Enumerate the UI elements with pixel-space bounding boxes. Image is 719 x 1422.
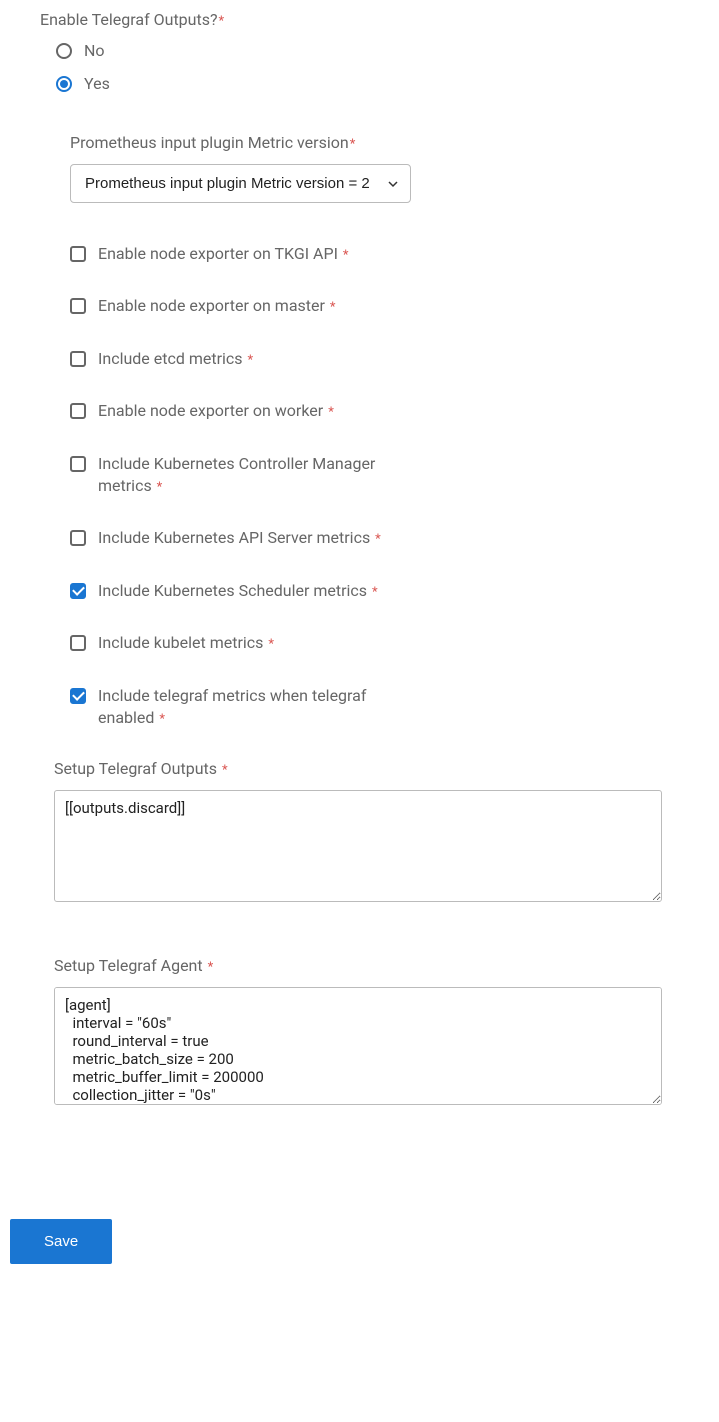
checkbox-row-etcd: Include etcd metrics *	[70, 348, 400, 370]
checkbox-controller-manager[interactable]	[70, 456, 86, 472]
required-asterisk: *	[219, 14, 225, 29]
required-asterisk: *	[375, 532, 381, 547]
required-asterisk: *	[328, 405, 334, 420]
checkbox-label-controller-manager[interactable]: Include Kubernetes Controller Manager me…	[98, 453, 400, 498]
required-asterisk: *	[159, 712, 165, 727]
checkbox-label-etcd[interactable]: Include etcd metrics *	[98, 348, 253, 370]
required-asterisk: *	[343, 248, 349, 263]
radio-yes[interactable]	[56, 76, 72, 92]
checkbox-row-api-server: Include Kubernetes API Server metrics *	[70, 527, 400, 549]
checkbox-row-kubelet: Include kubelet metrics *	[70, 632, 400, 654]
checkbox-label-node-master[interactable]: Enable node exporter on master *	[98, 295, 336, 317]
checkbox-node-exporter-master[interactable]	[70, 298, 86, 314]
checkbox-text: Include kubelet metrics	[98, 633, 263, 652]
nested-config-section: Prometheus input plugin Metric version* …	[70, 133, 679, 729]
checkbox-label-telegraf-metrics[interactable]: Include telegraf metrics when telegraf e…	[98, 685, 400, 730]
radio-yes-row: Yes	[56, 74, 679, 93]
outputs-label-text: Setup Telegraf Outputs	[54, 759, 217, 778]
checkbox-label-node-api[interactable]: Enable node exporter on TKGI API *	[98, 243, 349, 265]
agent-section: Setup Telegraf Agent *	[54, 956, 679, 1109]
required-asterisk: *	[268, 637, 274, 652]
checkbox-text: Include telegraf metrics when telegraf e…	[98, 686, 366, 727]
agent-label-text: Setup Telegraf Agent	[54, 956, 203, 975]
checkbox-api-server[interactable]	[70, 530, 86, 546]
checkbox-node-exporter-worker[interactable]	[70, 403, 86, 419]
metric-version-select[interactable]: Prometheus input plugin Metric version =…	[70, 164, 411, 203]
metric-version-text: Prometheus input plugin Metric version	[70, 133, 349, 152]
checkbox-row-scheduler: Include Kubernetes Scheduler metrics *	[70, 580, 400, 602]
enable-telegraf-group: Enable Telegraf Outputs?* No Yes	[40, 10, 679, 93]
outputs-label: Setup Telegraf Outputs *	[54, 759, 679, 778]
checkbox-text: Enable node exporter on worker	[98, 401, 323, 420]
checkbox-label-scheduler[interactable]: Include Kubernetes Scheduler metrics *	[98, 580, 378, 602]
enable-telegraf-label: Enable Telegraf Outputs?*	[40, 10, 679, 29]
checkbox-row-node-worker: Enable node exporter on worker *	[70, 400, 400, 422]
checkbox-label-node-worker[interactable]: Enable node exporter on worker *	[98, 400, 334, 422]
outputs-textarea[interactable]	[54, 790, 662, 902]
metric-version-label: Prometheus input plugin Metric version*	[70, 133, 679, 152]
required-asterisk: *	[372, 585, 378, 600]
metric-version-select-wrap: Prometheus input plugin Metric version =…	[70, 164, 411, 203]
checkbox-text: Enable node exporter on master	[98, 296, 325, 315]
checkbox-label-kubelet[interactable]: Include kubelet metrics *	[98, 632, 274, 654]
checkbox-scheduler[interactable]	[70, 583, 86, 599]
radio-no-row: No	[56, 41, 679, 60]
radio-no[interactable]	[56, 43, 72, 59]
checkbox-text: Enable node exporter on TKGI API	[98, 244, 338, 263]
required-asterisk: *	[157, 480, 163, 495]
checkbox-telegraf-metrics[interactable]	[70, 688, 86, 704]
save-button[interactable]: Save	[10, 1219, 112, 1264]
checkbox-label-api-server[interactable]: Include Kubernetes API Server metrics *	[98, 527, 381, 549]
required-asterisk: *	[350, 137, 356, 152]
required-asterisk: *	[222, 763, 228, 778]
checkbox-row-node-master: Enable node exporter on master *	[70, 295, 400, 317]
checkbox-row-telegraf-metrics: Include telegraf metrics when telegraf e…	[70, 685, 400, 730]
required-asterisk: *	[330, 300, 336, 315]
enable-telegraf-text: Enable Telegraf Outputs?	[40, 10, 218, 29]
checkbox-text: Include Kubernetes Scheduler metrics	[98, 581, 367, 600]
checkbox-text: Include etcd metrics	[98, 349, 243, 368]
checkbox-text: Include Kubernetes API Server metrics	[98, 528, 370, 547]
agent-textarea[interactable]	[54, 987, 662, 1105]
checkbox-text: Include Kubernetes Controller Manager me…	[98, 454, 375, 495]
checkbox-row-node-api: Enable node exporter on TKGI API *	[70, 243, 400, 265]
outputs-section: Setup Telegraf Outputs *	[54, 759, 679, 906]
radio-no-label[interactable]: No	[84, 41, 105, 60]
required-asterisk: *	[248, 353, 254, 368]
agent-label: Setup Telegraf Agent *	[54, 956, 679, 975]
radio-yes-label[interactable]: Yes	[84, 74, 110, 93]
checkbox-row-controller-manager: Include Kubernetes Controller Manager me…	[70, 453, 400, 498]
required-asterisk: *	[208, 960, 214, 975]
checkbox-kubelet[interactable]	[70, 635, 86, 651]
metric-version-group: Prometheus input plugin Metric version* …	[70, 133, 679, 203]
checkbox-node-exporter-api[interactable]	[70, 246, 86, 262]
checkbox-etcd-metrics[interactable]	[70, 351, 86, 367]
